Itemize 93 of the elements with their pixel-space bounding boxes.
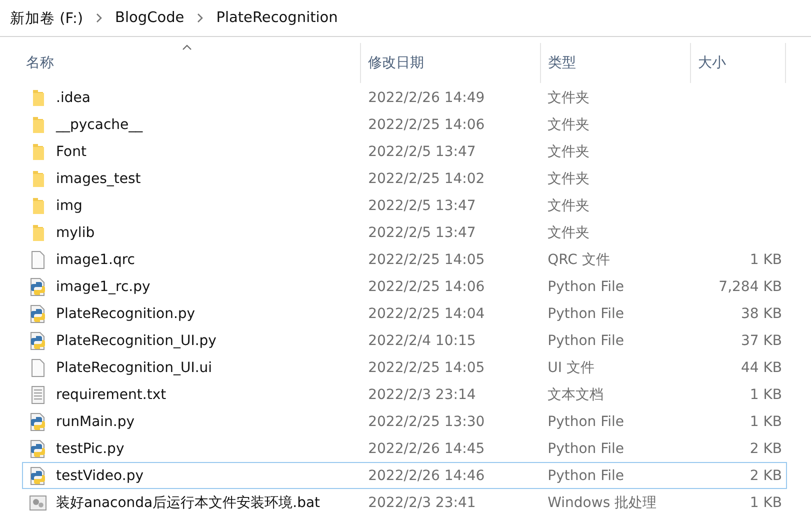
column-header[interactable]: 名称 [22,43,361,83]
file-type: 文件夹 [548,142,590,160]
file-row[interactable]: runMain.py 2022/2/25 13:30 Python File 1 KB [22,408,787,435]
modified-date: 2022/2/25 14:05 [368,252,485,268]
file-row[interactable]: image1_rc.py 2022/2/25 14:06 Python File 7,284 KB [22,273,787,300]
file-size: 1 KB [750,414,782,430]
file-type: Windows 批处理 [548,494,657,512]
file-size: 2 KB [750,468,782,484]
file-row[interactable]: mylib 2022/2/5 13:47 文件夹 [22,219,787,246]
modified-date: 2022/2/26 14:49 [368,90,485,106]
file-type: Python File [548,440,624,456]
file-size: 2 KB [750,440,782,456]
file-name[interactable]: runMain.py [56,414,135,430]
file-row[interactable]: images_test 2022/2/25 14:02 文件夹 [22,165,787,192]
breadcrumb-item[interactable]: 新加卷 (F:) [10,8,84,28]
python-file-icon [29,332,47,350]
chevron-icon [196,13,204,23]
file-size: 1 KB [750,386,782,402]
file-type: 文件夹 [548,196,590,214]
file-name[interactable]: mylib [56,224,95,240]
modified-date: 2022/2/3 23:14 [368,386,476,402]
file-type: Python File [548,414,624,430]
file-type: 文件夹 [548,88,590,106]
file-type: 文件夹 [548,224,590,242]
python-file-icon [29,466,47,484]
file-row[interactable]: PlateRecognition.py 2022/2/25 14:04 Python File 38 KB [22,300,787,327]
modified-date: 2022/2/4 10:15 [368,332,476,348]
file-row[interactable]: Font 2022/2/5 13:47 文件夹 [22,138,787,165]
breadcrumb-item[interactable]: BlogCode [115,10,184,26]
file-name[interactable]: images_test [56,170,141,186]
file-name[interactable]: img [56,198,82,214]
document-icon [29,358,47,376]
modified-date: 2022/2/5 13:47 [368,224,476,240]
modified-date: 2022/2/25 14:04 [368,306,485,322]
modified-date: 2022/2/5 13:47 [368,144,476,160]
file-type: Python File [548,278,624,294]
text-document-icon [29,386,47,404]
file-row[interactable]: PlateRecognition_UI.ui 2022/2/25 14:05 UI 文件 44 KB [22,354,787,381]
file-size: 1 KB [750,252,782,268]
column-header[interactable]: 修改日期 [361,43,541,83]
file-name[interactable]: Font [56,144,86,160]
python-file-icon [29,278,47,296]
file-name[interactable]: requirement.txt [56,386,166,402]
python-file-icon [29,304,47,322]
file-name[interactable]: image1_rc.py [56,278,150,294]
file-name[interactable]: .idea [56,90,90,106]
file-row[interactable]: 装好anaconda后运行本文件安装环境.bat 2022/2/3 23:41 Windows 批处理 1 KB [22,489,787,516]
file-row[interactable]: testVideo.py 2022/2/26 14:46 Python File 2 KB [22,462,787,489]
file-type: QRC 文件 [548,250,610,268]
document-icon [29,250,47,268]
file-size: 37 KB [740,332,782,348]
file-type: 文件夹 [548,170,590,188]
file-name[interactable]: PlateRecognition_UI.py [56,332,216,348]
file-name[interactable]: PlateRecognition.py [56,306,196,322]
modified-date: 2022/2/25 14:02 [368,170,485,186]
file-type: Python File [548,332,624,348]
file-name[interactable]: PlateRecognition_UI.ui [56,360,212,376]
file-name[interactable]: image1.qrc [56,252,135,268]
file-size: 38 KB [740,306,782,322]
file-row[interactable]: .idea 2022/2/26 14:49 文件夹 [22,84,787,111]
modified-date: 2022/2/25 14:06 [368,116,485,132]
file-type: UI 文件 [548,358,594,376]
modified-date: 2022/2/3 23:41 [368,494,476,510]
file-size: 1 KB [750,494,782,510]
file-type: Python File [548,468,624,484]
column-header[interactable]: 大小 [691,43,786,83]
file-row[interactable]: requirement.txt 2022/2/3 23:14 文本文档 1 KB [22,381,787,408]
file-type: 文件夹 [548,116,590,134]
file-row[interactable]: __pycache__ 2022/2/25 14:06 文件夹 [22,111,787,138]
python-file-icon [29,440,47,458]
file-name[interactable]: testPic.py [56,440,124,456]
file-type: Python File [548,306,624,322]
modified-date: 2022/2/25 14:05 [368,360,485,376]
file-name[interactable]: __pycache__ [56,116,143,132]
file-row[interactable]: img 2022/2/5 13:47 文件夹 [22,192,787,219]
column-header[interactable]: 类型 [541,43,691,83]
modified-date: 2022/2/26 14:46 [368,468,485,484]
file-row[interactable]: image1.qrc 2022/2/25 14:05 QRC 文件 1 KB [22,246,787,273]
sort-caret-icon [182,44,192,50]
file-size: 44 KB [740,360,782,376]
file-name[interactable]: testVideo.py [56,468,144,484]
modified-date: 2022/2/5 13:47 [368,198,476,214]
chevron-icon [95,13,104,23]
file-row[interactable]: PlateRecognition_UI.py 2022/2/4 10:15 Python File 37 KB [22,327,787,354]
file-type: 文本文档 [548,386,604,404]
breadcrumb-item[interactable]: PlateRecognition [216,10,338,26]
python-file-icon [29,412,47,430]
modified-date: 2022/2/25 14:06 [368,278,485,294]
file-size: 7,284 KB [718,278,782,294]
modified-date: 2022/2/26 14:45 [368,440,485,456]
modified-date: 2022/2/25 13:30 [368,414,485,430]
file-name[interactable]: 装好anaconda后运行本文件安装环境.bat [56,494,320,512]
file-row[interactable]: testPic.py 2022/2/26 14:45 Python File 2 KB [22,435,787,462]
